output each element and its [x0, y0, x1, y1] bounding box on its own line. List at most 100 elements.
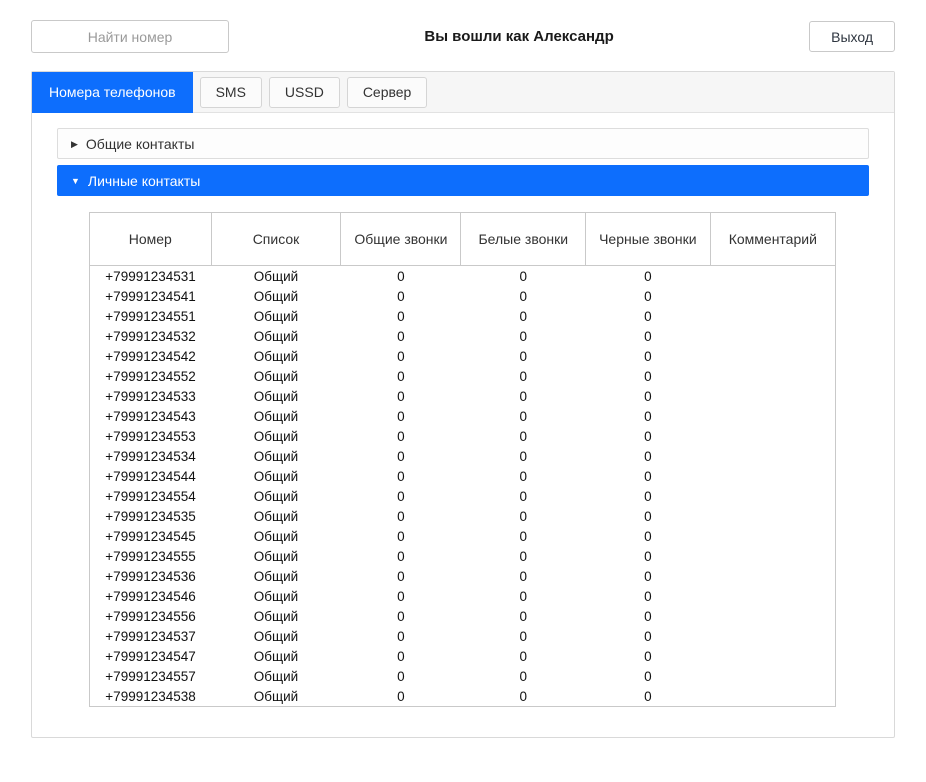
cell-list: Общий — [211, 366, 341, 386]
table-row: +79991234542Общий000 — [90, 346, 836, 366]
cell-list: Общий — [211, 426, 341, 446]
cell-common-calls: 0 — [341, 626, 461, 646]
cell-list: Общий — [211, 606, 341, 626]
table-row: +79991234533Общий000 — [90, 386, 836, 406]
cell-number: +79991234538 — [90, 686, 212, 707]
cell-black-calls: 0 — [586, 266, 711, 287]
cell-common-calls: 0 — [341, 606, 461, 626]
cell-black-calls: 0 — [586, 306, 711, 326]
search-input[interactable] — [31, 20, 229, 53]
cell-common-calls: 0 — [341, 306, 461, 326]
cell-list: Общий — [211, 526, 341, 546]
cell-common-calls: 0 — [341, 506, 461, 526]
personal-contacts-content: НомерСписокОбщие звонкиБелые звонкиЧерны… — [57, 196, 869, 712]
cell-black-calls: 0 — [586, 686, 711, 707]
cell-number: +79991234552 — [90, 366, 212, 386]
cell-comment — [710, 326, 835, 346]
cell-white-calls: 0 — [461, 426, 586, 446]
tab-ussd[interactable]: USSD — [269, 77, 340, 108]
cell-black-calls: 0 — [586, 566, 711, 586]
accordion-header-personal-contacts[interactable]: ▼ Личные контакты — [57, 165, 869, 196]
table-row: +79991234555Общий000 — [90, 546, 836, 566]
cell-number: +79991234555 — [90, 546, 212, 566]
cell-list: Общий — [211, 566, 341, 586]
column-header-black-calls: Черные звонки — [586, 213, 711, 266]
cell-common-calls: 0 — [341, 386, 461, 406]
column-header-number: Номер — [90, 213, 212, 266]
cell-number: +79991234542 — [90, 346, 212, 366]
cell-white-calls: 0 — [461, 526, 586, 546]
cell-comment — [710, 506, 835, 526]
accordion-header-common-contacts[interactable]: ▶ Общие контакты — [57, 128, 869, 159]
cell-number: +79991234536 — [90, 566, 212, 586]
cell-list: Общий — [211, 406, 341, 426]
cell-number: +79991234553 — [90, 426, 212, 446]
cell-list: Общий — [211, 586, 341, 606]
table-row: +79991234545Общий000 — [90, 526, 836, 546]
cell-comment — [710, 606, 835, 626]
cell-white-calls: 0 — [461, 546, 586, 566]
cell-common-calls: 0 — [341, 326, 461, 346]
cell-white-calls: 0 — [461, 486, 586, 506]
cell-common-calls: 0 — [341, 366, 461, 386]
cell-common-calls: 0 — [341, 546, 461, 566]
cell-list: Общий — [211, 386, 341, 406]
cell-list: Общий — [211, 666, 341, 686]
panel-body: ▶ Общие контакты ▼ Личные контакты Номер… — [32, 113, 894, 737]
cell-list: Общий — [211, 506, 341, 526]
cell-list: Общий — [211, 326, 341, 346]
cell-common-calls: 0 — [341, 586, 461, 606]
table-row: +79991234536Общий000 — [90, 566, 836, 586]
cell-common-calls: 0 — [341, 446, 461, 466]
column-header-comment: Комментарий — [710, 213, 835, 266]
cell-list: Общий — [211, 286, 341, 306]
cell-black-calls: 0 — [586, 386, 711, 406]
login-status: Вы вошли как Александр — [229, 28, 809, 45]
tab-server[interactable]: Сервер — [347, 77, 428, 108]
logout-button[interactable]: Выход — [809, 21, 895, 52]
cell-comment — [710, 406, 835, 426]
tab-phone-numbers[interactable]: Номера телефонов — [32, 72, 193, 113]
cell-white-calls: 0 — [461, 386, 586, 406]
cell-comment — [710, 366, 835, 386]
topbar: Вы вошли как Александр Выход — [0, 0, 926, 71]
tab-bar: Номера телефонов SMS USSD Сервер — [32, 72, 894, 113]
cell-white-calls: 0 — [461, 306, 586, 326]
cell-list: Общий — [211, 626, 341, 646]
table-row: +79991234551Общий000 — [90, 306, 836, 326]
cell-black-calls: 0 — [586, 366, 711, 386]
cell-comment — [710, 446, 835, 466]
cell-black-calls: 0 — [586, 406, 711, 426]
tab-sms[interactable]: SMS — [200, 77, 262, 108]
cell-common-calls: 0 — [341, 266, 461, 287]
column-header-list: Список — [211, 213, 341, 266]
contacts-table-body: +79991234531Общий000+79991234541Общий000… — [90, 266, 836, 707]
table-row: +79991234537Общий000 — [90, 626, 836, 646]
cell-comment — [710, 626, 835, 646]
cell-white-calls: 0 — [461, 666, 586, 686]
cell-black-calls: 0 — [586, 466, 711, 486]
cell-number: +79991234541 — [90, 286, 212, 306]
cell-list: Общий — [211, 686, 341, 707]
table-row: +79991234531Общий000 — [90, 266, 836, 287]
cell-black-calls: 0 — [586, 286, 711, 306]
cell-comment — [710, 386, 835, 406]
cell-comment — [710, 686, 835, 707]
cell-common-calls: 0 — [341, 286, 461, 306]
cell-list: Общий — [211, 446, 341, 466]
cell-comment — [710, 586, 835, 606]
table-row: +79991234546Общий000 — [90, 586, 836, 606]
cell-common-calls: 0 — [341, 566, 461, 586]
cell-comment — [710, 566, 835, 586]
cell-comment — [710, 486, 835, 506]
contacts-table-header-row: НомерСписокОбщие звонкиБелые звонкиЧерны… — [90, 213, 836, 266]
cell-white-calls: 0 — [461, 346, 586, 366]
cell-white-calls: 0 — [461, 626, 586, 646]
cell-white-calls: 0 — [461, 506, 586, 526]
cell-number: +79991234544 — [90, 466, 212, 486]
cell-number: +79991234551 — [90, 306, 212, 326]
chevron-right-icon: ▶ — [71, 140, 78, 149]
cell-black-calls: 0 — [586, 586, 711, 606]
cell-common-calls: 0 — [341, 346, 461, 366]
cell-white-calls: 0 — [461, 566, 586, 586]
